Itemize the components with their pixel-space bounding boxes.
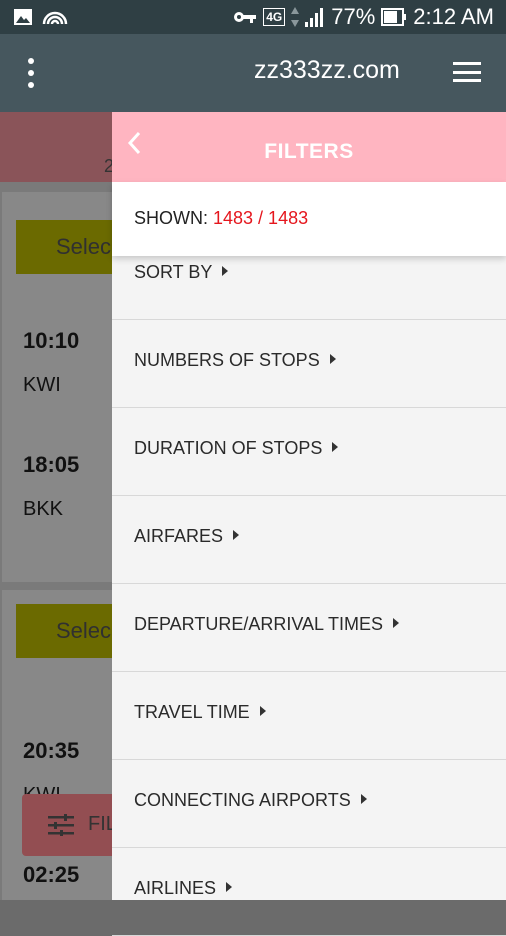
expand-arrow-icon [222,266,229,277]
filter-item-departure-arrival-times[interactable]: DEPARTURE/ARRIVAL TIMES [112,584,506,672]
app-title: zz333zz.com [254,56,400,84]
shown-value: 1483 / 1483 [213,208,309,228]
filter-item-label: AIRFARES [134,526,224,546]
expand-arrow-icon [329,354,336,365]
departure-time: 10:10 [23,328,80,353]
app-bar: zz333zz.com [0,34,506,112]
expand-arrow-icon [226,882,233,893]
battery-percent: 77% [331,4,376,29]
arrival-code: BKK [23,498,64,520]
tune-icon [48,814,74,836]
arrival-time: 18:05 [23,452,80,477]
vpn-key-icon [234,12,257,23]
hamburger-menu-icon[interactable] [453,62,481,82]
filter-item-label: DURATION OF STOPS [134,438,323,458]
image-icon [14,9,32,25]
shown-count: SHOWN: 1483 / 1483 [112,182,506,256]
expand-arrow-icon [233,530,240,541]
departure-code: KWI [23,374,61,396]
filter-item-airlines[interactable]: AIRLINES [112,848,506,936]
clock: 2:12 AM [413,4,494,29]
filter-item-travel-time[interactable]: TRAVEL TIME [112,672,506,760]
expand-arrow-icon [332,442,339,453]
filter-item-label: DEPARTURE/ARRIVAL TIMES [134,614,384,634]
filter-item-numbers-of-stops[interactable]: NUMBERS OF STOPS [112,320,506,408]
battery-icon [381,8,407,26]
shown-label: SHOWN: [134,208,208,228]
filter-item-airfares[interactable]: AIRFARES [112,496,506,584]
filter-list: SORT BY NUMBERS OF STOPS DURATION OF STO… [112,232,506,936]
filter-item-connecting-airports[interactable]: CONNECTING AIRPORTS [112,760,506,848]
expand-arrow-icon [259,706,266,717]
filter-fab[interactable]: FIL [22,794,122,856]
filter-item-label: NUMBERS OF STOPS [134,350,320,370]
more-options-icon[interactable] [24,58,38,88]
expand-arrow-icon [393,618,400,629]
drawer-title: FILTERS [264,140,354,163]
filter-item-label: TRAVEL TIME [134,702,250,722]
filter-item-label: AIRLINES [134,878,217,898]
filter-item-label: CONNECTING AIRPORTS [134,790,351,810]
filter-item-duration-of-stops[interactable]: DURATION OF STOPS [112,408,506,496]
status-bar: 4G 77% 2:12 AM [0,0,506,34]
network-type-badge: 4G [263,8,286,26]
filter-item-label: SORT BY [134,262,213,282]
drawer-header: FILTERS [112,112,506,182]
data-arrows-icon [291,7,300,27]
filters-drawer: FILTERS SHOWN: 1483 / 1483 SORT BY NUMBE… [112,112,506,936]
wifi-calling-icon [42,11,68,25]
expand-arrow-icon [360,794,367,805]
arrival-time: 02:25 [23,862,80,887]
departure-time: 20:35 [23,738,80,763]
signal-icon [305,8,324,27]
